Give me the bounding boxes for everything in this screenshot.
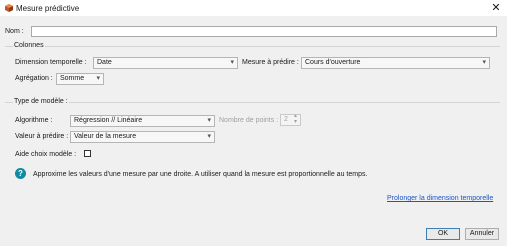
algorithm-label: Algorithme : — [15, 117, 53, 124]
value-to-predict-select[interactable]: Valeur de la mesure ▾ — [70, 131, 215, 143]
measure-to-predict-select[interactable]: Cours d'ouverture ▾ — [301, 57, 490, 69]
window-title: Mesure prédictive — [16, 4, 80, 13]
name-input[interactable] — [31, 26, 497, 37]
aggregation-value: Somme — [60, 75, 85, 82]
help-model-choice-checkbox[interactable] — [84, 150, 91, 157]
algorithm-value: Régression // Linéaire — [74, 117, 143, 124]
value-to-predict-value: Valeur de la mesure — [74, 133, 137, 140]
extend-time-dimension-link[interactable]: Prolonger la dimension temporelle — [387, 195, 493, 202]
app-icon — [5, 4, 13, 12]
time-dimension-select[interactable]: Date ▾ — [93, 57, 238, 69]
close-icon[interactable]: ✕ — [490, 1, 502, 14]
points-count-spinner[interactable]: 2 ▴ ▾ — [280, 113, 301, 126]
value-to-predict-label: Valeur à prédire : — [15, 133, 69, 140]
chevron-down-icon: ▾ — [230, 59, 234, 66]
points-count-label: Nombre de points : — [219, 117, 279, 124]
ok-button[interactable]: OK — [426, 228, 460, 240]
chevron-down-icon: ▾ — [207, 117, 211, 124]
chevron-down-icon: ▾ — [96, 75, 100, 82]
spinner-down-icon[interactable]: ▾ — [294, 119, 297, 126]
model-description: Approxime les valeurs d'une mesure par u… — [33, 171, 368, 178]
aggregation-select[interactable]: Somme ▾ — [56, 73, 104, 85]
chevron-down-icon: ▾ — [482, 59, 486, 66]
help-model-choice-label: Aide choix modèle : — [15, 151, 77, 158]
measure-to-predict-value: Cours d'ouverture — [305, 59, 361, 66]
name-label: Nom : — [5, 28, 24, 35]
help-circle-icon: ? — [15, 168, 26, 179]
title-bar: Mesure prédictive ✕ — [0, 0, 507, 16]
cancel-button[interactable]: Annuler — [465, 228, 499, 240]
time-dimension-label: Dimension temporelle : — [15, 59, 87, 66]
aggregation-label: Agrégation : — [15, 75, 53, 82]
points-count-value: 2 — [284, 116, 288, 123]
measure-to-predict-label: Mesure à prédire : — [242, 59, 299, 66]
algorithm-select[interactable]: Régression // Linéaire ▾ — [70, 115, 215, 127]
model-type-group-title: Type de modèle : — [13, 98, 69, 105]
chevron-down-icon: ▾ — [207, 133, 211, 140]
time-dimension-value: Date — [97, 59, 112, 66]
columns-group-title: Colonnes — [13, 42, 45, 49]
